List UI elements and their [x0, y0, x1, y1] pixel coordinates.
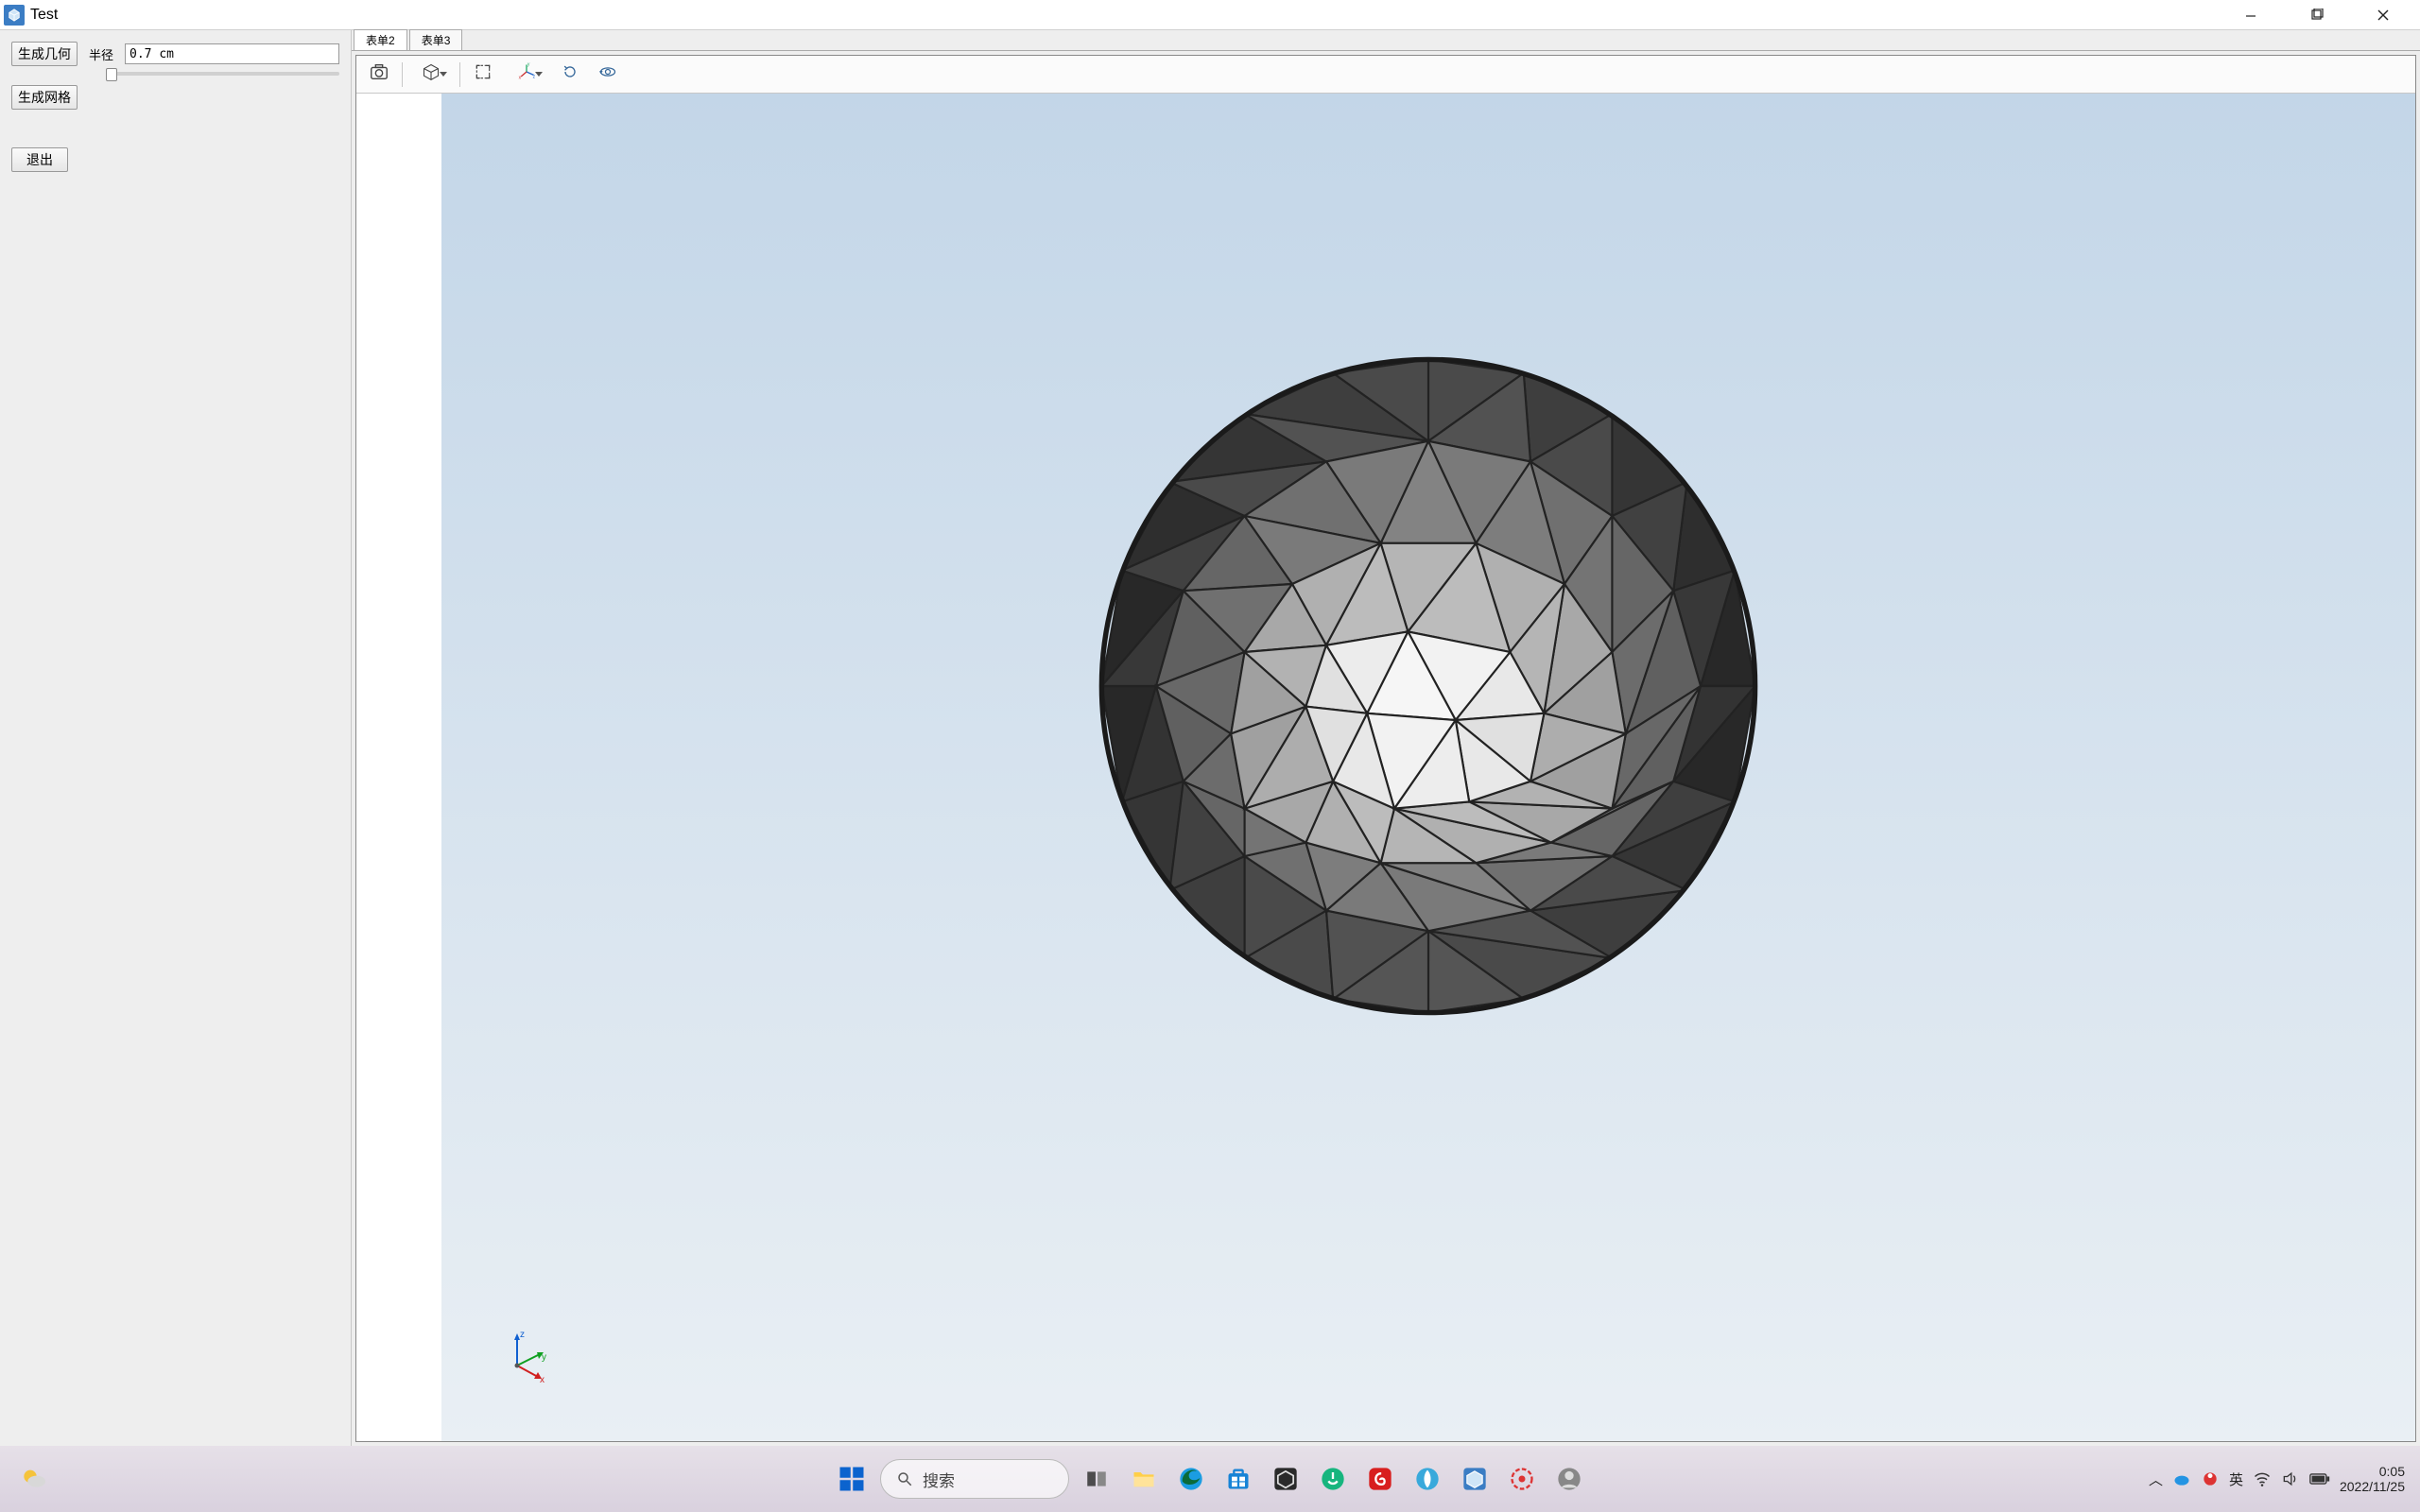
main-area: 生成几何 半径 生成网格 退出 表单2 表单3 y z x	[0, 30, 2420, 1446]
axes-icon: yzx	[517, 62, 536, 86]
tab-form-2[interactable]: 表单2	[354, 29, 407, 50]
clock-time: 0:05	[2340, 1464, 2405, 1479]
weather-widget[interactable]	[19, 1464, 49, 1494]
explorer-icon[interactable]	[1124, 1459, 1164, 1499]
orbit-icon	[598, 62, 617, 86]
windows-icon	[838, 1465, 866, 1493]
netease-music-icon[interactable]	[1360, 1459, 1400, 1499]
rotate-cw-button[interactable]	[555, 60, 585, 90]
cube-icon	[422, 62, 441, 86]
taskview-button[interactable]	[1077, 1459, 1116, 1499]
ruler-left	[356, 94, 441, 1441]
window-title: Test	[30, 7, 58, 24]
axis-gizmo: z y x	[498, 1328, 555, 1384]
view-cube-button[interactable]	[410, 60, 452, 90]
app-icon-5[interactable]	[1549, 1459, 1589, 1499]
security-icon[interactable]	[2201, 1469, 2220, 1488]
radius-input[interactable]	[125, 43, 339, 64]
app-icon	[4, 5, 25, 26]
3d-canvas[interactable]: z y x	[441, 94, 2415, 1441]
zoom-extents-icon	[474, 62, 493, 86]
generate-geometry-button[interactable]: 生成几何	[11, 42, 78, 66]
start-button[interactable]	[831, 1458, 873, 1500]
maximize-button[interactable]	[2284, 0, 2350, 30]
clock[interactable]: 0:05 2022/11/25	[2340, 1464, 2405, 1494]
search-icon	[896, 1470, 913, 1487]
svg-text:y: y	[527, 62, 530, 67]
svg-text:z: z	[533, 75, 536, 80]
volume-icon[interactable]	[2281, 1469, 2300, 1488]
svg-text:y: y	[542, 1352, 546, 1363]
axes-view-button[interactable]: yzx	[506, 60, 547, 90]
close-button[interactable]	[2350, 0, 2416, 30]
generate-mesh-button[interactable]: 生成网格	[11, 85, 78, 110]
ime-indicator[interactable]: 英	[2229, 1469, 2243, 1489]
viewport-panel: y z x	[355, 55, 2416, 1442]
minimize-button[interactable]	[2218, 0, 2284, 30]
camera-icon	[369, 61, 389, 87]
wifi-icon[interactable]	[2253, 1469, 2272, 1488]
screenshot-button[interactable]	[364, 60, 394, 90]
radius-label: 半径	[89, 45, 113, 63]
clock-date: 2022/11/25	[2340, 1479, 2405, 1494]
svg-text:z: z	[520, 1330, 525, 1340]
store-icon[interactable]	[1219, 1459, 1258, 1499]
battery-icon[interactable]	[2309, 1471, 2330, 1486]
taskbar: 搜索 ︿ 英 0:05 2022/11/25	[0, 1446, 2420, 1512]
mesh-sphere	[1088, 346, 1769, 1026]
edge-icon[interactable]	[1171, 1459, 1211, 1499]
sidebar: 生成几何 半径 生成网格 退出	[0, 30, 352, 1446]
tab-bar: 表单2 表单3	[352, 30, 2420, 51]
exit-button[interactable]: 退出	[11, 147, 68, 172]
onedrive-icon[interactable]	[2172, 1469, 2191, 1488]
app-icon-2[interactable]	[1313, 1459, 1353, 1499]
svg-text:x: x	[540, 1375, 544, 1384]
app-icon-4[interactable]	[1502, 1459, 1542, 1499]
search-box[interactable]: 搜索	[880, 1459, 1069, 1499]
window-controls	[2218, 0, 2416, 30]
tab-form-3[interactable]: 表单3	[409, 29, 463, 50]
app-icon-1[interactable]	[1266, 1459, 1305, 1499]
rotate-cw-icon	[561, 62, 579, 86]
radius-slider[interactable]	[106, 72, 339, 76]
zoom-extents-button[interactable]	[468, 60, 498, 90]
tray-chevron-icon[interactable]: ︿	[2149, 1469, 2163, 1489]
content-area: 表单2 表单3 y z x	[352, 30, 2420, 1446]
search-placeholder: 搜索	[923, 1468, 955, 1491]
title-bar: Test	[0, 0, 2420, 30]
app-icon-3[interactable]	[1408, 1459, 1447, 1499]
viewport: z y x	[356, 94, 2415, 1441]
weather-icon	[19, 1464, 49, 1494]
viewport-toolbar: yzx	[356, 56, 2415, 94]
system-tray: ︿ 英 0:05 2022/11/25	[2149, 1464, 2420, 1494]
orbit-button[interactable]	[593, 60, 623, 90]
comsol-icon[interactable]	[1455, 1459, 1495, 1499]
